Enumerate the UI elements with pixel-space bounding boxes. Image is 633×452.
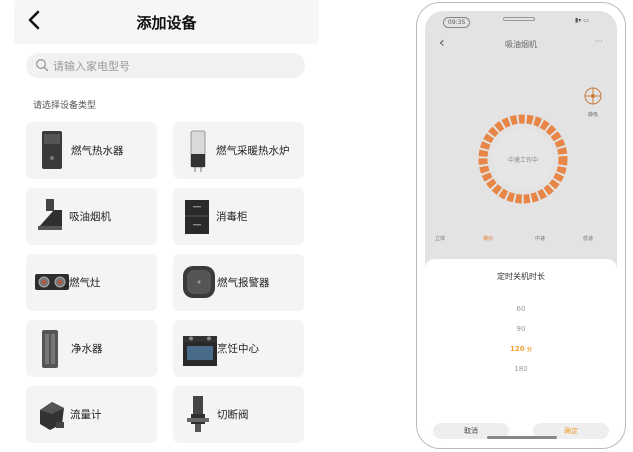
device-label: 净水器: [71, 343, 103, 355]
search-placeholder: 请输入家电型号: [53, 60, 130, 73]
timer-option-selected[interactable]: 120 分: [425, 345, 617, 353]
notch: [503, 17, 535, 21]
fan-label: 静吸: [587, 112, 598, 118]
cooking-center-icon: [183, 336, 217, 366]
timer-option[interactable]: 90: [425, 325, 617, 333]
device-label: 烹饪中心: [217, 343, 259, 355]
phone-screen: 09:35 ▮▾ ▭ ‹ 吸油烟机 ··· 静吸 中速工作中 立体 爆炒 中速 …: [425, 11, 617, 442]
mode-option[interactable]: 立体: [435, 235, 445, 242]
fan-icon: [584, 87, 602, 105]
device-card-gas-boiler[interactable]: 燃气采暖热水炉: [173, 122, 304, 179]
gas-water-heater-icon: [42, 131, 62, 169]
gas-alarm-icon: [183, 266, 215, 298]
device-card-flow-meter[interactable]: 流量计: [26, 386, 157, 443]
top-bar: 添加设备: [14, 0, 319, 44]
status-icons: ▮▾ ▭: [575, 17, 589, 24]
range-hood-icon: [38, 199, 62, 230]
speed-dial[interactable]: 中速工作中: [471, 107, 575, 211]
device-label: 消毒柜: [216, 211, 248, 223]
device-label: 燃气灶: [69, 277, 101, 289]
device-label: 吸油烟机: [69, 211, 111, 223]
device-label: 燃气热水器: [71, 145, 124, 157]
home-indicator: [487, 436, 557, 439]
timer-option[interactable]: 60: [425, 305, 617, 313]
water-purifier-icon: [42, 330, 58, 368]
page-title: 添加设备: [136, 14, 197, 32]
mode-option[interactable]: 低速: [583, 235, 593, 242]
gas-stove-icon: [35, 274, 69, 290]
phone-mockup: 09:35 ▮▾ ▭ ‹ 吸油烟机 ··· 静吸 中速工作中 立体 爆炒 中速 …: [416, 2, 626, 449]
disinfection-cabinet-icon: [185, 200, 209, 234]
section-hint: 请选择设备类型: [33, 101, 97, 111]
device-label: 燃气报警器: [217, 277, 270, 289]
selected-value: 120: [509, 345, 525, 353]
selected-unit: 分: [527, 347, 533, 353]
device-label: 切断阀: [217, 409, 249, 421]
device-card-water-purifier[interactable]: 净水器: [26, 320, 157, 377]
status-time: 09:35: [443, 17, 471, 28]
dial-text: 中速工作中: [508, 156, 538, 164]
device-card-gas-alarm[interactable]: 燃气报警器: [173, 254, 304, 311]
phone-title: 吸油烟机: [505, 40, 537, 49]
mode-option[interactable]: 爆炒: [483, 235, 493, 242]
sheet-title: 定时关机时长: [497, 272, 545, 281]
device-card-shutoff-valve[interactable]: 切断阀: [173, 386, 304, 443]
fan-button[interactable]: 静吸: [581, 85, 605, 119]
device-label: 燃气采暖热水炉: [216, 145, 290, 157]
device-card-disinfection-cabinet[interactable]: 消毒柜: [173, 188, 304, 245]
device-card-cooking-center[interactable]: 烹饪中心: [173, 320, 304, 377]
search-icon: [36, 59, 49, 72]
mode-option[interactable]: 中速: [535, 235, 545, 242]
timer-sheet: 定时关机时长 60 90 120 分 180 取消 确定: [425, 259, 617, 442]
device-card-range-hood[interactable]: 吸油烟机: [26, 188, 157, 245]
device-card-gas-stove[interactable]: 燃气灶: [26, 254, 157, 311]
device-card-gas-water-heater[interactable]: 燃气热水器: [26, 122, 157, 179]
shutoff-valve-icon: [187, 396, 209, 432]
flow-meter-icon: [40, 402, 64, 430]
more-icon[interactable]: ···: [595, 37, 603, 46]
device-label: 流量计: [70, 409, 102, 421]
gas-boiler-icon: [190, 130, 206, 172]
add-device-screen: 添加设备 请输入家电型号 请选择设备类型 燃气热水器 燃气采暖热水炉 吸油烟机 …: [0, 0, 333, 452]
search-input[interactable]: 请输入家电型号: [26, 53, 305, 78]
timer-option[interactable]: 180: [425, 365, 617, 373]
